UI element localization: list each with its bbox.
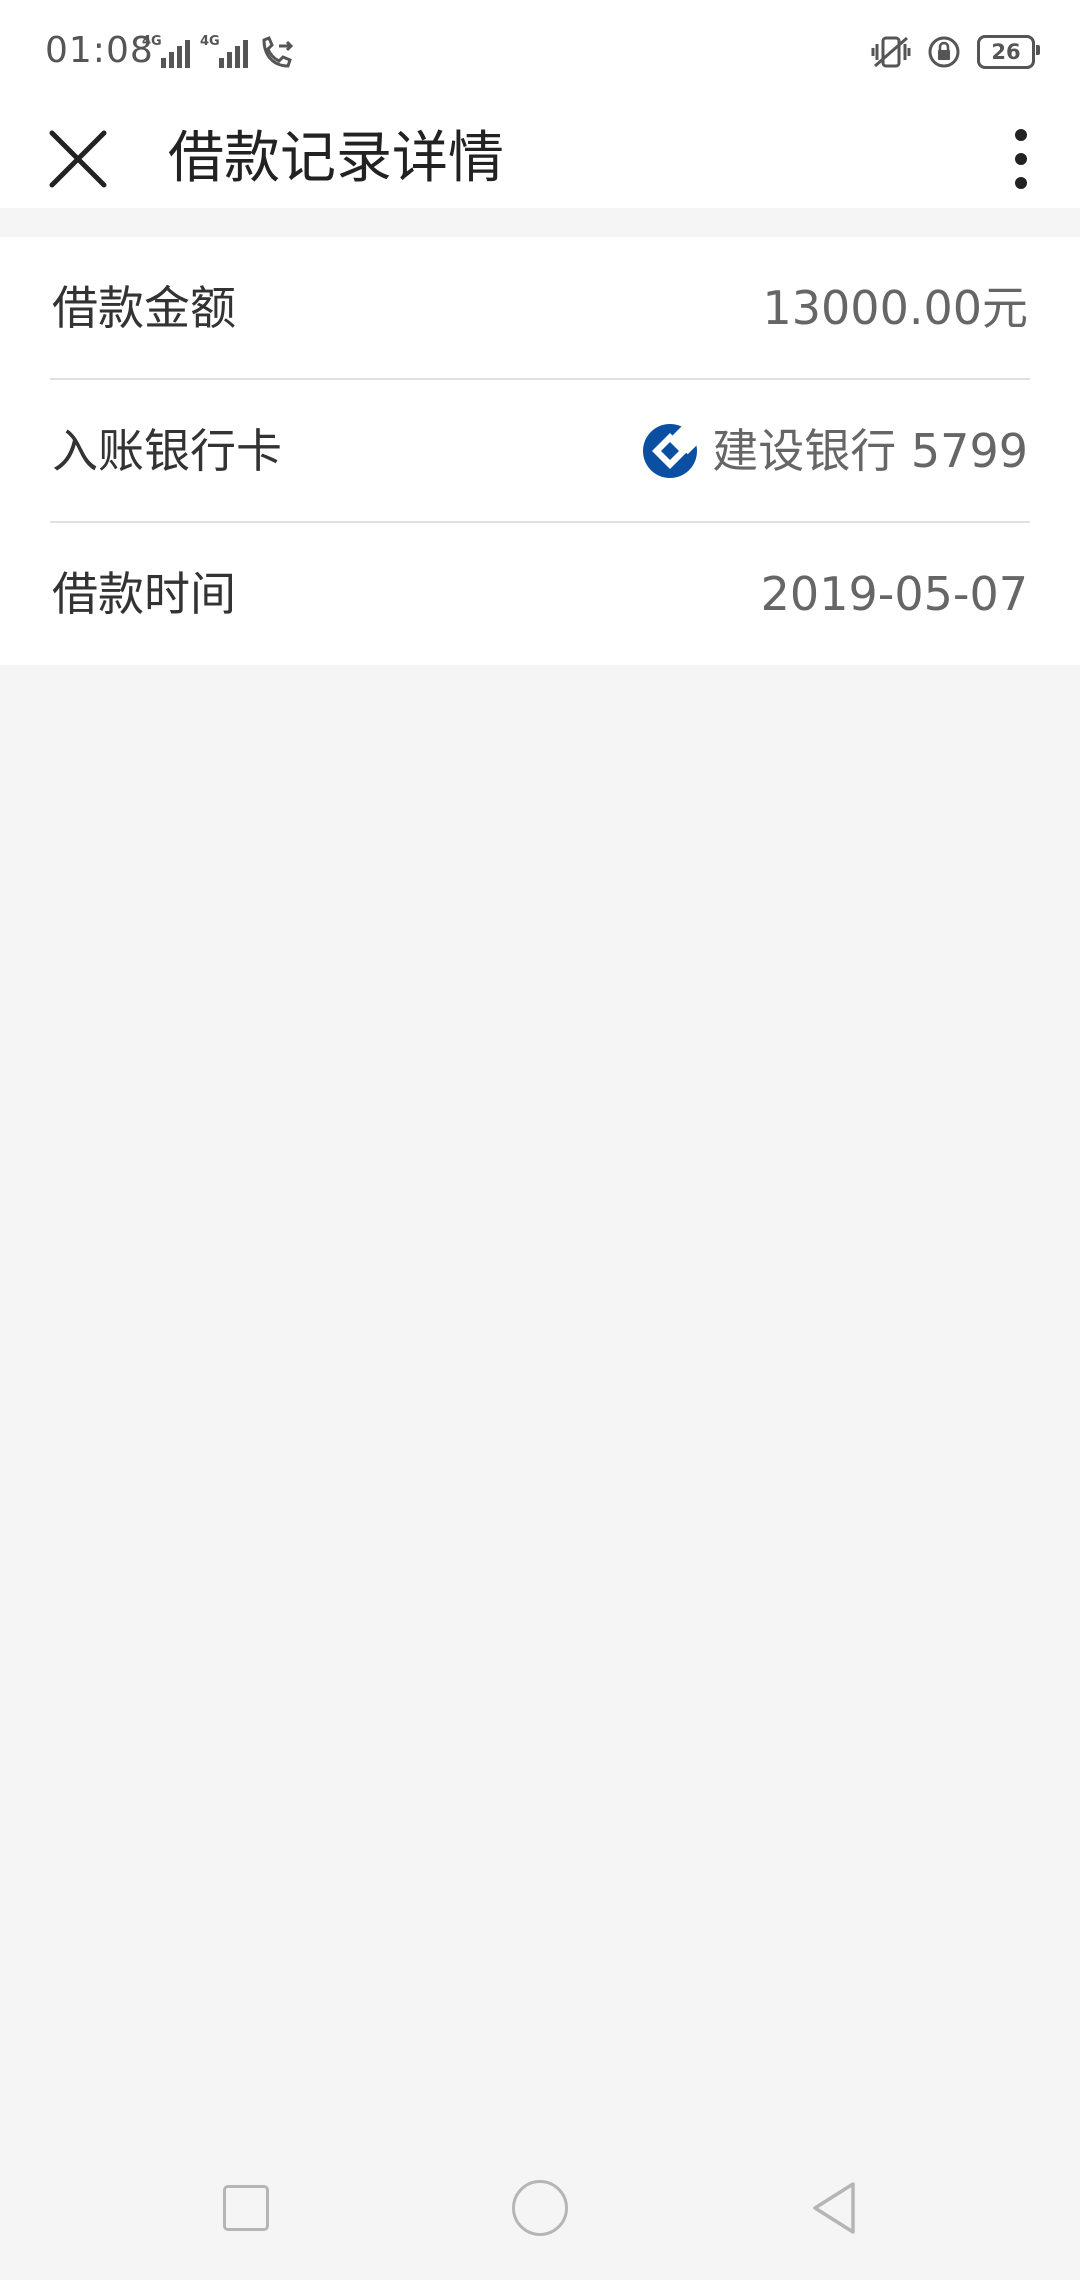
recent-apps-icon (223, 2184, 269, 2231)
amount-value: 13000.00元 (762, 281, 1029, 335)
ccb-logo-icon (643, 423, 699, 478)
loan-details-card: 借款金额 13000.00元 入账银行卡 建设银行 5799 借款时间 2019… (0, 237, 1080, 665)
vibrate-icon (871, 36, 911, 68)
battery-level: 26 (991, 40, 1021, 64)
bank-card-label: 入账银行卡 (52, 424, 282, 478)
more-options-button[interactable] (986, 110, 1056, 208)
status-time: 01:08 (45, 30, 154, 71)
app-bar: 借款记录详情 (0, 110, 1080, 208)
back-button[interactable] (774, 2135, 894, 2280)
home-button[interactable] (480, 2135, 600, 2280)
bank-card-value-group: 建设银行 5799 (642, 380, 1028, 522)
loan-time-row: 借款时间 2019-05-07 (0, 523, 1080, 665)
network-type-label-1: 4G (142, 34, 162, 49)
amount-label: 借款金额 (52, 281, 236, 335)
bank-card-value: 建设银行 5799 (712, 424, 1028, 478)
amount-row: 借款金额 13000.00元 (0, 237, 1080, 379)
status-right-icons: 26 (871, 34, 1040, 70)
loan-time-value: 2019-05-07 (760, 567, 1028, 621)
more-vert-icon (1015, 129, 1027, 141)
network-type-label-2: 4G (200, 34, 220, 49)
bank-card-row: 入账银行卡 建设银行 5799 (0, 380, 1080, 522)
loan-time-label: 借款时间 (52, 567, 236, 621)
back-icon (813, 2181, 855, 2234)
call-forward-icon (262, 36, 294, 68)
rotation-lock-icon (928, 36, 960, 68)
signal-icon-2: 4G (200, 34, 248, 70)
status-bar: 01:08 4G 4G 26 (0, 0, 1080, 110)
battery-icon: 26 (977, 35, 1040, 69)
close-button[interactable] (40, 110, 116, 208)
page-title: 借款记录详情 (168, 126, 504, 191)
home-icon (512, 2179, 568, 2236)
recent-apps-button[interactable] (186, 2135, 306, 2280)
status-left-icons: 4G 4G (142, 34, 296, 70)
system-nav-bar (0, 2135, 1080, 2280)
signal-icon: 4G (142, 34, 190, 70)
close-icon (49, 130, 107, 188)
